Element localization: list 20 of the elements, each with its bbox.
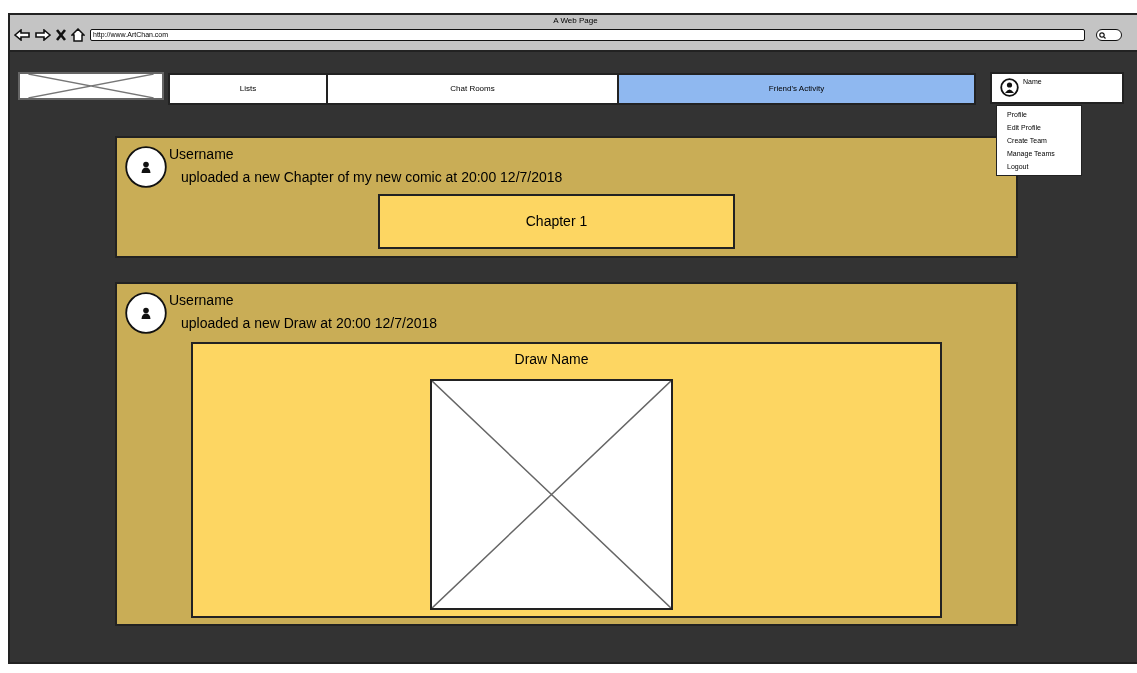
forward-icon[interactable] [35,29,51,41]
nav-tab[interactable]: Friend's Activity [617,73,976,105]
username[interactable]: Username [169,146,234,162]
chapter-link[interactable]: Chapter 1 [378,194,735,249]
back-icon[interactable] [14,29,30,41]
drawing-card[interactable]: Draw Name [191,342,942,618]
window-title: A Web Page [552,16,599,26]
search-icon [1099,31,1106,39]
stop-icon[interactable] [56,29,66,41]
search-field[interactable] [1096,29,1122,41]
avatar-icon [125,146,167,188]
nav-tab[interactable]: Lists [168,73,328,105]
activity-text: uploaded a new Draw at 20:00 12/7/2018 [181,315,438,331]
username[interactable]: Username [169,292,234,308]
avatar-icon [1000,78,1019,97]
home-icon[interactable] [71,28,85,42]
activity-text: uploaded a new Chapter of my new comic at 20:00 12/7/2018 [181,169,563,185]
avatar-icon [125,292,167,334]
drawing-title: Draw Name [514,351,589,367]
nav-tab[interactable]: Chat Rooms [326,73,619,105]
